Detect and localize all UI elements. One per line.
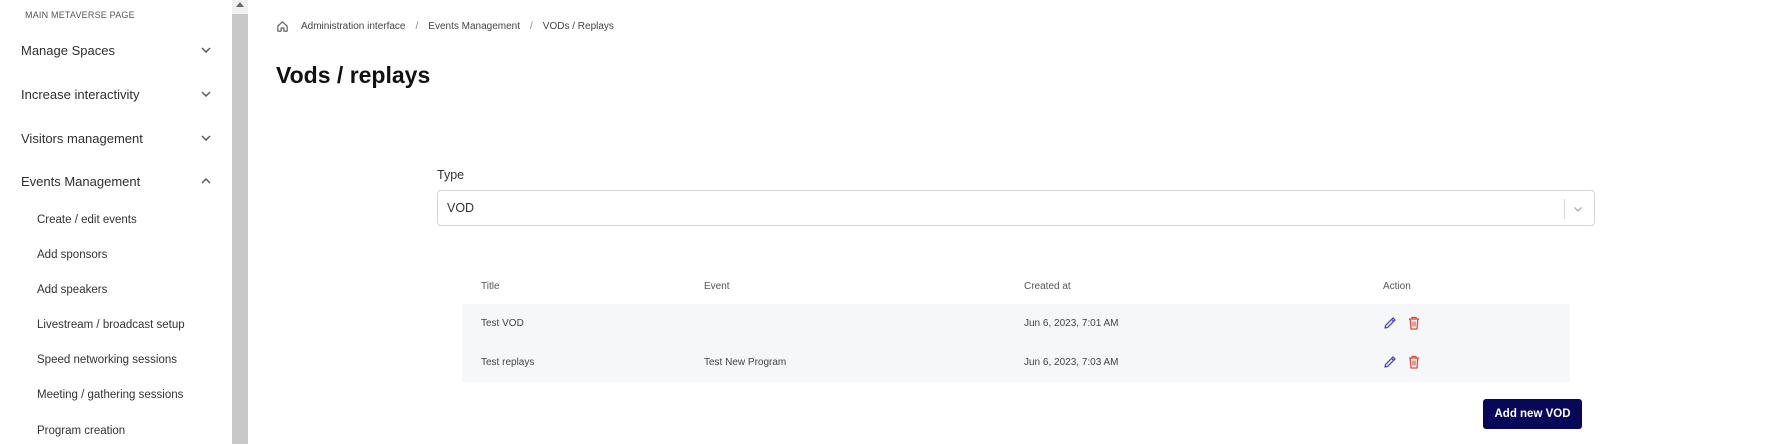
breadcrumb-item-current: VODs / Replays — [542, 21, 614, 32]
breadcrumb-item-events[interactable]: Events Management — [428, 21, 520, 32]
type-select[interactable]: VOD — [437, 190, 1595, 226]
sidebar-group-label: Events Management — [21, 173, 141, 189]
chevron-up-icon — [201, 178, 211, 184]
sidebar-group-label: Increase interactivity — [21, 86, 140, 102]
sidebar-item-create-edit-events[interactable]: Create / edit events — [37, 214, 137, 226]
breadcrumb-separator: / — [415, 21, 419, 32]
sidebar-item-add-speakers[interactable]: Add speakers — [37, 284, 107, 296]
sidebar-group-label: Manage Spaces — [21, 42, 115, 58]
sidebar-scrollbar[interactable] — [232, 0, 248, 444]
chevron-down-icon[interactable] — [1572, 203, 1584, 215]
sidebar-group-manage-spaces[interactable]: Manage Spaces — [0, 33, 232, 67]
column-header-title: Title — [481, 281, 500, 292]
sidebar-group-label: Visitors management — [21, 130, 143, 146]
type-select-value: VOD — [447, 201, 475, 215]
row-actions — [1382, 354, 1422, 370]
type-label: Type — [437, 168, 465, 182]
breadcrumb-separator: / — [530, 21, 533, 32]
breadcrumb-item-admin[interactable]: Administration interface — [301, 21, 406, 32]
cell-created-at: Jun 6, 2023, 7:01 AM — [1024, 318, 1119, 329]
add-new-vod-button[interactable]: Add new VOD — [1483, 399, 1582, 429]
trash-icon[interactable] — [1406, 354, 1422, 370]
chevron-down-icon — [201, 91, 211, 97]
home-icon[interactable] — [276, 20, 289, 33]
pencil-icon[interactable] — [1382, 315, 1398, 331]
table-row: Test replays Test New Program Jun 6, 202… — [462, 343, 1570, 382]
chevron-down-icon — [201, 135, 211, 141]
cell-event: Test New Program — [704, 357, 787, 368]
vods-table: Title Event Created at Action Test VOD J… — [462, 270, 1570, 382]
sidebar-group-events-management[interactable]: Events Management — [0, 164, 232, 198]
breadcrumb: Administration interface / Events Manage… — [276, 20, 614, 33]
sidebar-group-visitors-management[interactable]: Visitors management — [0, 121, 232, 155]
trash-icon[interactable] — [1406, 315, 1422, 331]
table-row: Test VOD Jun 6, 2023, 7:01 AM — [462, 304, 1570, 343]
chevron-down-icon — [201, 47, 211, 53]
cell-title: Test VOD — [481, 318, 524, 329]
scroll-up-arrow-icon[interactable] — [236, 2, 244, 7]
sidebar-item-add-sponsors[interactable]: Add sponsors — [37, 249, 107, 261]
column-header-created-at: Created at — [1024, 281, 1071, 292]
sidebar-item-program-creation[interactable]: Program creation — [37, 425, 125, 437]
column-header-action: Action — [1383, 281, 1411, 292]
pencil-icon[interactable] — [1382, 354, 1398, 370]
sidebar-section-label: MAIN METAVERSE PAGE — [25, 10, 135, 20]
column-header-event: Event — [704, 281, 730, 292]
table-header: Title Event Created at Action — [462, 270, 1570, 304]
cell-title: Test replays — [481, 357, 535, 368]
sidebar-group-increase-interactivity[interactable]: Increase interactivity — [0, 77, 232, 111]
select-divider — [1564, 199, 1565, 219]
sidebar-item-meeting-sessions[interactable]: Meeting / gathering sessions — [37, 389, 183, 401]
cell-created-at: Jun 6, 2023, 7:03 AM — [1024, 357, 1119, 368]
page-title: Vods / replays — [276, 62, 431, 88]
sidebar-item-livestream-setup[interactable]: Livestream / broadcast setup — [37, 319, 185, 331]
sidebar-item-speed-networking[interactable]: Speed networking sessions — [37, 354, 177, 366]
row-actions — [1382, 315, 1422, 331]
sidebar: MAIN METAVERSE PAGE Manage Spaces Increa… — [0, 0, 232, 444]
